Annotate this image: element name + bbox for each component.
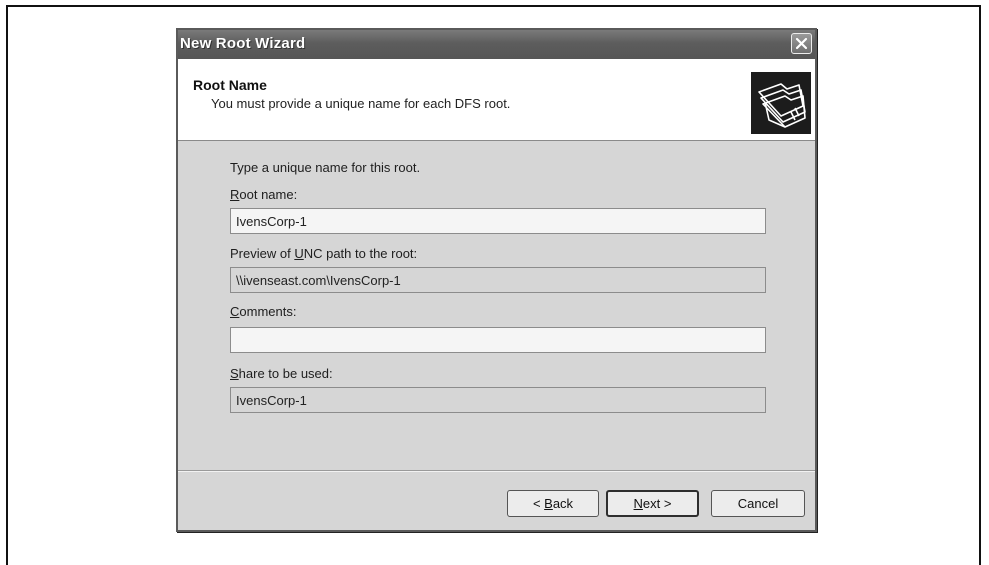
next-button[interactable]: Next > [606,490,699,517]
folders-icon [751,72,811,134]
share-field: IvensCorp-1 [230,387,766,413]
back-button[interactable]: < Back [507,490,599,517]
comments-label: Comments: [230,304,297,319]
instruction-text: Type a unique name for this root. [230,160,421,175]
page-title: Root Name [193,77,267,93]
comments-input[interactable] [230,327,766,353]
share-label: Share to be used: [230,366,333,381]
unc-preview-field: \\ivenseast.com\IvensCorp-1 [230,267,766,293]
wizard-header: Root Name You must provide a unique name… [178,59,815,141]
close-button[interactable] [791,33,812,54]
root-name-input[interactable]: IvensCorp-1 [230,208,766,234]
title-bar[interactable]: New Root Wizard [178,30,815,60]
window-title: New Root Wizard [180,35,306,52]
button-separator [178,470,815,472]
root-name-label: Root name: [230,187,298,202]
page-subtitle: You must provide a unique name for each … [211,96,511,111]
wizard-window: New Root Wizard Root Name You must provi… [176,28,817,532]
cancel-button[interactable]: Cancel [711,490,805,517]
unc-preview-label: Preview of UNC path to the root: [230,246,418,261]
close-icon [795,37,808,50]
